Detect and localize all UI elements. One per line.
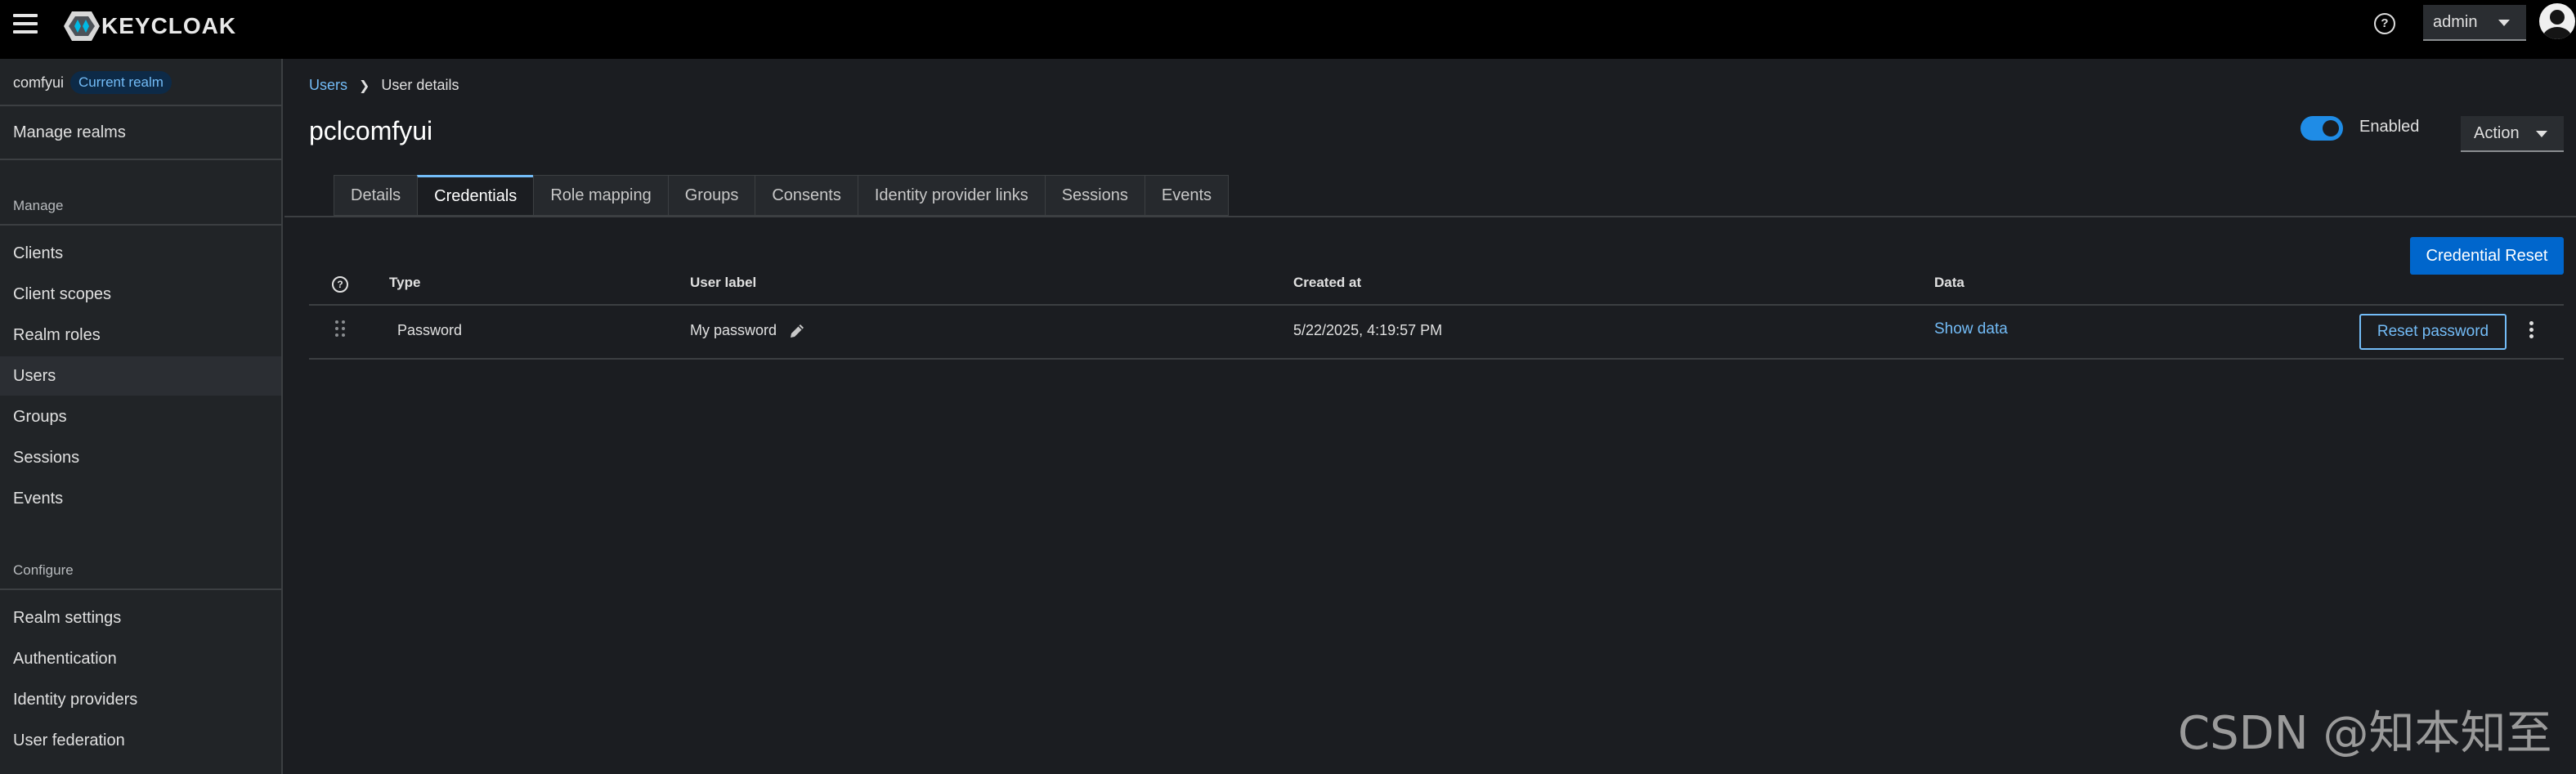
tab-consents[interactable]: Consents (755, 175, 858, 216)
column-header-data: Data (1934, 275, 1964, 290)
cell-created-at: 5/22/2025, 4:19:57 PM (1293, 322, 1443, 338)
action-dropdown[interactable]: Action (2461, 116, 2564, 152)
sidebar-divider (0, 588, 281, 590)
realm-name: comfyui (13, 74, 65, 91)
tabs-divider (284, 216, 2576, 217)
sidebar-section-configure: Configure (13, 562, 74, 578)
help-info-icon[interactable]: ? (332, 276, 348, 293)
column-header-type: Type (389, 275, 421, 290)
sidebar-item-user-federation[interactable]: User federation (0, 721, 281, 760)
hamburger-menu-icon[interactable] (13, 14, 38, 37)
sidebar-item-users[interactable]: Users (0, 356, 281, 396)
column-header-created-at: Created at (1293, 275, 1362, 290)
enabled-label: Enabled (2359, 118, 2420, 136)
chevron-right-icon: ❯ (359, 78, 370, 93)
pencil-edit-icon[interactable] (788, 322, 806, 340)
tab-credentials[interactable]: Credentials (417, 175, 534, 216)
table-row-divider (309, 358, 2564, 360)
sidebar-item-manage-realms[interactable]: Manage realms (0, 113, 281, 152)
credential-reset-button[interactable]: Credential Reset (2410, 237, 2564, 275)
sidebar-item-realm-roles[interactable]: Realm roles (0, 315, 281, 355)
sidebar-divider (0, 105, 281, 106)
tab-groups[interactable]: Groups (667, 175, 755, 216)
reset-password-button[interactable]: Reset password (2359, 314, 2507, 350)
tab-role-mapping[interactable]: Role mapping (533, 175, 668, 216)
enabled-toggle[interactable] (2300, 116, 2343, 141)
sidebar-divider (0, 159, 281, 160)
tab-events[interactable]: Events (1144, 175, 1230, 216)
table-header-divider (309, 304, 2564, 306)
sidebar-item-groups[interactable]: Groups (0, 397, 281, 436)
sidebar-item-identity-providers[interactable]: Identity providers (0, 680, 281, 719)
column-header-user-label: User label (690, 275, 757, 290)
realm-selector[interactable]: comfyui Current realm (13, 69, 172, 96)
kebab-menu-icon[interactable] (2526, 319, 2536, 343)
user-menu-dropdown[interactable]: admin (2423, 5, 2526, 41)
logo-text: KEYCLOAK (101, 13, 237, 38)
tab-bar: Details Credentials Role mapping Groups … (334, 175, 1230, 216)
cell-type: Password (397, 322, 463, 338)
breadcrumb: Users ❯ User details (309, 77, 459, 94)
sidebar: comfyui Current realm Manage realms Mana… (0, 59, 283, 774)
tab-details[interactable]: Details (334, 175, 418, 216)
watermark: CSDN @知本知至 (2178, 707, 2552, 760)
sidebar-divider (0, 224, 281, 226)
sidebar-section-manage: Manage (13, 198, 64, 213)
current-realm-badge: Current realm (70, 71, 172, 94)
breadcrumb-users-link[interactable]: Users (309, 77, 347, 94)
masthead: KEYCLOAK ? admin (0, 0, 2576, 59)
chevron-down-icon (2536, 131, 2547, 137)
action-label: Action (2474, 123, 2520, 142)
sidebar-item-events[interactable]: Events (0, 479, 281, 518)
tab-identity-provider-links[interactable]: Identity provider links (857, 175, 1045, 216)
avatar[interactable] (2539, 3, 2575, 39)
sidebar-item-client-scopes[interactable]: Client scopes (0, 275, 281, 314)
sidebar-item-realm-settings[interactable]: Realm settings (0, 598, 281, 638)
show-data-link[interactable]: Show data (1934, 320, 2008, 338)
keycloak-logo-icon (64, 11, 100, 41)
sidebar-item-sessions[interactable]: Sessions (0, 438, 281, 477)
breadcrumb-current: User details (381, 77, 459, 93)
help-icon[interactable]: ? (2374, 13, 2395, 34)
keycloak-logo[interactable]: KEYCLOAK (64, 10, 236, 43)
sidebar-item-clients[interactable]: Clients (0, 234, 281, 273)
cell-user-label: My password (690, 322, 777, 338)
tab-sessions[interactable]: Sessions (1044, 175, 1145, 216)
chevron-down-icon (2498, 20, 2510, 26)
user-menu-label: admin (2433, 12, 2478, 31)
drag-handle-icon[interactable] (335, 320, 347, 338)
sidebar-item-authentication[interactable]: Authentication (0, 639, 281, 678)
page-title: pclcomfyui (309, 116, 433, 145)
